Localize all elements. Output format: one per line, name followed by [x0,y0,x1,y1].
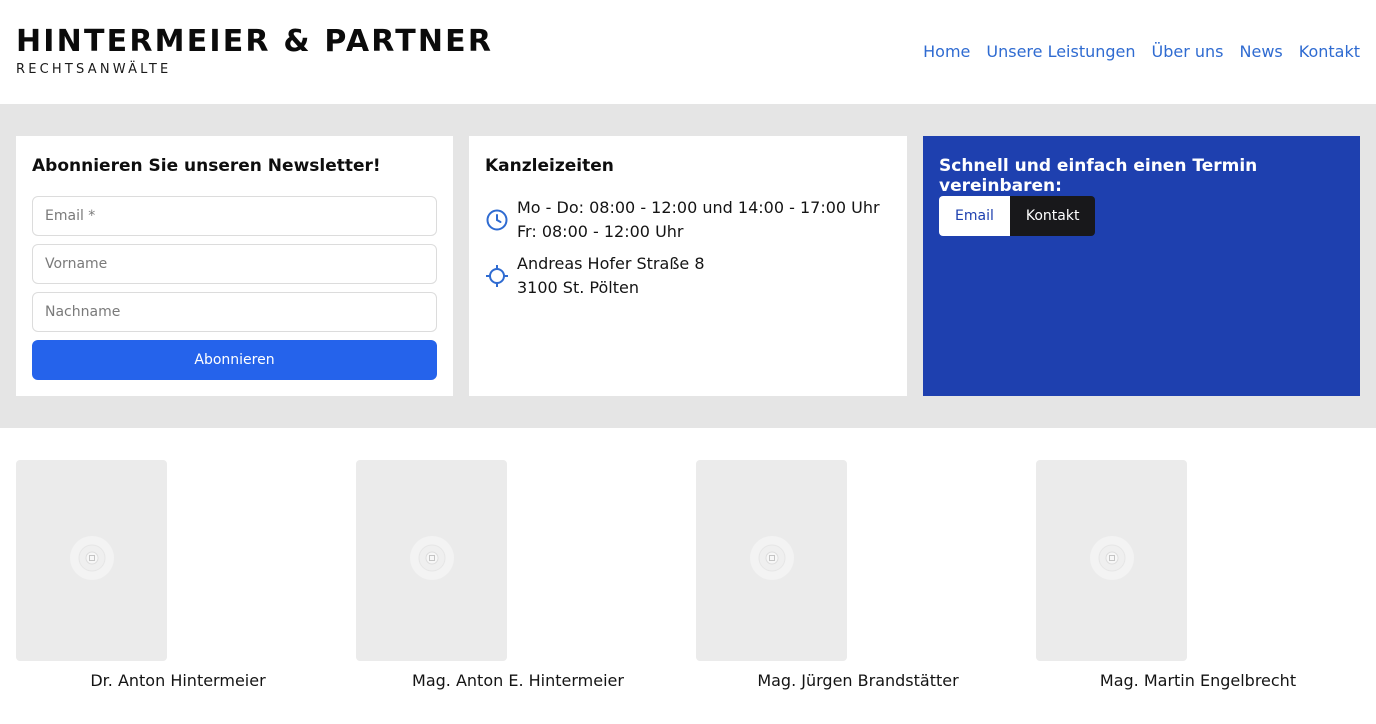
crosshair-icon [485,264,509,288]
appointment-title: Schnell und einfach einen Termin vereinb… [939,156,1258,196]
clock-icon [485,208,509,232]
address-row: Andreas Hofer Straße 8 3100 St. Pölten [485,252,705,300]
hours-line-2: Fr: 08:00 - 12:00 Uhr [517,222,684,241]
office-hours-card: Kanzleizeiten Mo - Do: 08:00 - 12:00 und… [469,136,907,396]
lastname-field[interactable] [32,292,437,332]
brand[interactable]: HINTERMEIER & PARTNER RECHTSANWÄLTE [16,24,493,77]
member-name: Mag. Jürgen Brandstätter [757,671,959,690]
image-placeholder-icon [69,535,115,586]
office-hours-title: Kanzleizeiten [485,156,614,176]
hours-row: Mo - Do: 08:00 - 12:00 und 14:00 - 17:00… [485,196,880,244]
address-text: Andreas Hofer Straße 8 3100 St. Pölten [517,252,705,300]
member-name: Mag. Anton E. Hintermeier [412,671,624,690]
info-band: Abonnieren Sie unseren Newsletter! Abonn… [0,104,1376,428]
nav-ueber-uns[interactable]: Über uns [1152,42,1224,62]
nav-kontakt[interactable]: Kontakt [1299,42,1360,62]
address-line-2: 3100 St. Pölten [517,278,639,297]
hours-line-1: Mo - Do: 08:00 - 12:00 und 14:00 - 17:00… [517,198,880,217]
member-photo-placeholder [356,460,507,661]
nav-home[interactable]: Home [923,42,970,62]
contact-button[interactable]: Kontakt [1009,196,1096,236]
image-placeholder-icon [409,535,455,586]
main-nav: Home Unsere Leistungen Über uns News Kon… [923,42,1360,62]
member-name: Mag. Martin Engelbrecht [1099,671,1297,690]
brand-title: HINTERMEIER & PARTNER [16,24,494,59]
member-photo-placeholder [696,460,847,661]
appointment-card: Schnell und einfach einen Termin vereinb… [923,136,1360,396]
newsletter-card: Abonnieren Sie unseren Newsletter! Abonn… [16,136,453,396]
member-name: Dr. Anton Hintermeier [90,671,266,690]
image-placeholder-icon [749,535,795,586]
newsletter-title: Abonnieren Sie unseren Newsletter! [32,156,381,176]
address-line-1: Andreas Hofer Straße 8 [517,254,705,273]
email-field[interactable] [32,196,437,236]
email-button[interactable]: Email [939,196,1010,236]
nav-news[interactable]: News [1240,42,1283,62]
site-header: HINTERMEIER & PARTNER RECHTSANWÄLTE Home… [0,0,1376,104]
hours-text: Mo - Do: 08:00 - 12:00 und 14:00 - 17:00… [517,196,880,244]
subscribe-button[interactable]: Abonnieren [32,340,437,380]
brand-subtitle: RECHTSANWÄLTE [16,62,172,77]
member-photo-placeholder [1036,460,1187,661]
firstname-field[interactable] [32,244,437,284]
team-section: Dr. Anton Hintermeier Mag. Anton E. Hint… [0,428,1376,724]
member-photo-placeholder [16,460,167,661]
appointment-buttons: Email Kontakt [939,196,1096,236]
nav-leistungen[interactable]: Unsere Leistungen [986,42,1135,62]
image-placeholder-icon [1089,535,1135,586]
